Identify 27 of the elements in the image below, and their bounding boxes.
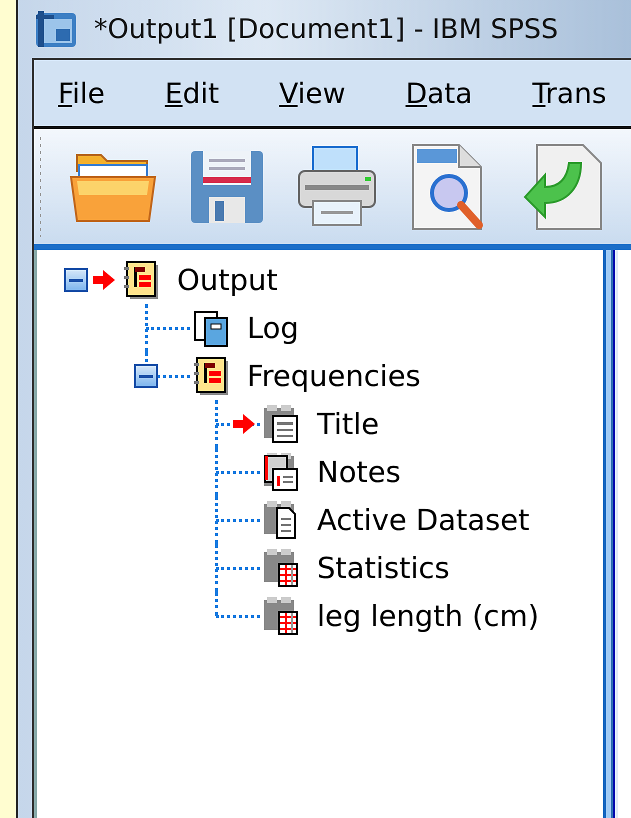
window-title: *Output1 [Document1] - IBM SPSS: [94, 14, 558, 44]
printer-icon[interactable]: [295, 144, 379, 228]
outline-item[interactable]: leg length (cm): [317, 599, 540, 633]
outline-item[interactable]: Output: [177, 263, 278, 297]
splitter-bar[interactable]: [603, 250, 618, 818]
notebook-icon: [123, 260, 159, 300]
outline-item[interactable]: Title: [317, 407, 380, 441]
table-icon: [263, 548, 299, 588]
collapse-button[interactable]: [64, 268, 88, 292]
book-icon: [193, 308, 229, 348]
document-icon: [263, 500, 299, 540]
collapse-button[interactable]: [134, 364, 158, 388]
outline-item[interactable]: Log: [247, 311, 299, 345]
outline-item[interactable]: Active Dataset: [317, 503, 530, 537]
outline-item[interactable]: Notes: [317, 455, 401, 489]
outline-item[interactable]: Statistics: [317, 551, 450, 585]
menu-item[interactable]: Data: [406, 76, 472, 110]
notes-icon: [263, 452, 299, 492]
menu-item[interactable]: Edit: [164, 76, 220, 110]
menu-item[interactable]: View: [279, 76, 346, 110]
table-icon: [34, 9, 78, 49]
outline-item[interactable]: Frequencies: [247, 359, 421, 393]
notebook-icon: [193, 356, 229, 396]
menu-item[interactable]: File: [58, 76, 105, 110]
menu-item[interactable]: Trans: [532, 76, 606, 110]
table-icon: [263, 596, 299, 636]
title-page-icon: [263, 404, 299, 444]
